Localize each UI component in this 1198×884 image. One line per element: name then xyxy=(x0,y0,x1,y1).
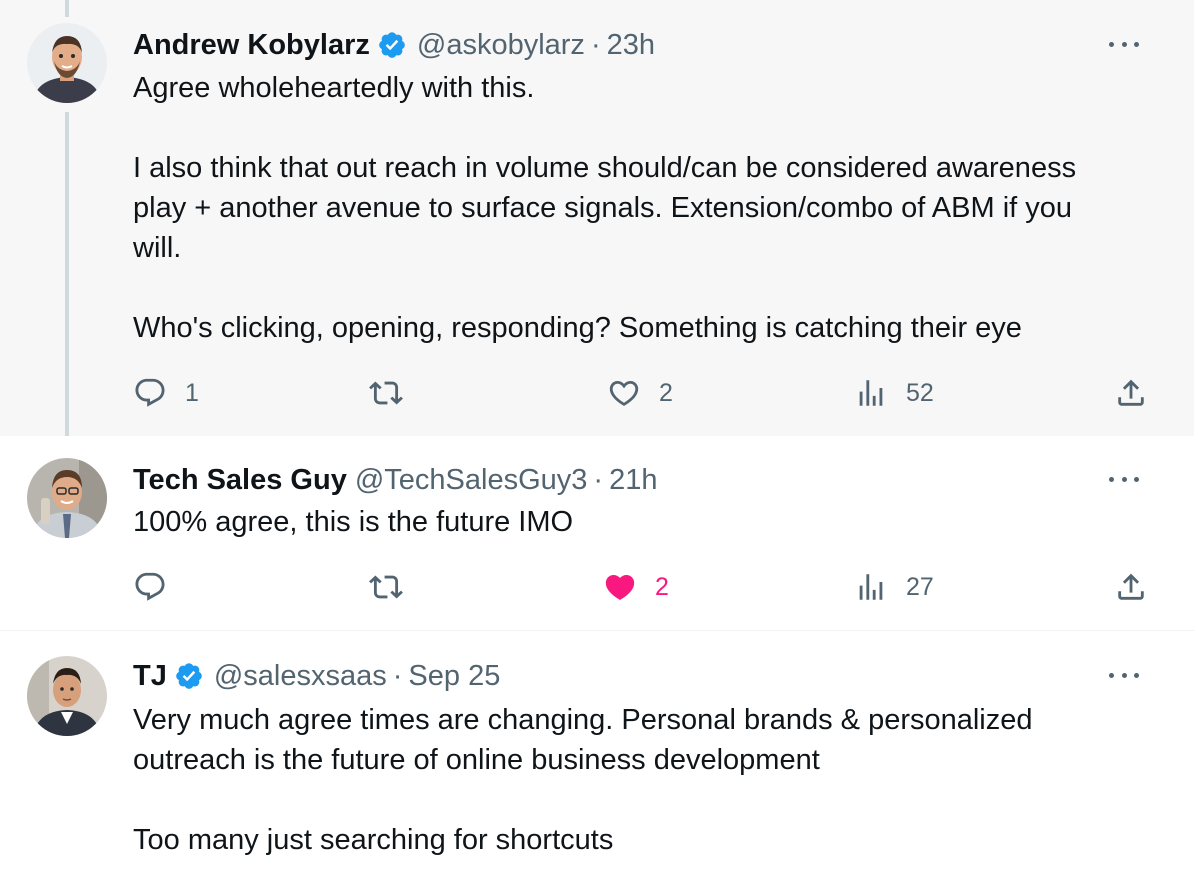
thread-line-top xyxy=(65,0,69,17)
timestamp[interactable]: 23h xyxy=(607,29,655,62)
tweet-text-line: will. xyxy=(133,232,182,264)
avatar[interactable] xyxy=(27,656,107,736)
author-name[interactable]: Andrew Kobylarz xyxy=(133,29,370,62)
tweet-tj[interactable]: TJ @salesxsaas · Sep 25 Very much agree … xyxy=(0,632,1194,884)
share-icon xyxy=(1118,379,1144,406)
views-button[interactable]: 27 xyxy=(854,565,934,609)
views-count: 27 xyxy=(906,572,934,601)
timestamp[interactable]: 21h xyxy=(609,464,657,497)
avatar[interactable] xyxy=(27,458,107,538)
avatar-image xyxy=(27,458,107,538)
heart-icon xyxy=(609,380,639,406)
tweet-actions: 2 27 xyxy=(133,565,1153,609)
tweet-text-line: play + another avenue to surface signals… xyxy=(133,192,1073,224)
more-icon[interactable] xyxy=(1109,665,1139,685)
heart-filled-icon xyxy=(605,574,635,600)
like-count: 2 xyxy=(659,378,673,407)
author-handle[interactable]: @TechSalesGuy3 xyxy=(355,464,588,497)
verified-badge-icon xyxy=(377,30,407,60)
separator-dot: · xyxy=(593,463,604,496)
avatar[interactable] xyxy=(27,23,107,103)
reply-count: 1 xyxy=(185,378,199,407)
tweet-text-line: I also think that out reach in volume sh… xyxy=(133,152,1077,184)
share-button[interactable] xyxy=(1114,565,1148,609)
tweet-text: 100% agree, this is the future IMO xyxy=(133,502,1153,542)
timestamp[interactable]: Sep 25 xyxy=(408,660,500,693)
views-icon xyxy=(859,380,883,406)
like-button[interactable]: 2 xyxy=(603,565,669,609)
tweet-andrew-kobylarz[interactable]: Andrew Kobylarz @askobylarz · 23h Agree … xyxy=(0,0,1194,448)
tweet-text-line: Agree wholeheartedly with this. xyxy=(133,72,535,104)
reply-button[interactable]: 1 xyxy=(133,371,199,415)
tweet-text-line: outreach is the future of online busines… xyxy=(133,744,820,776)
tweet-header: TJ @salesxsaas · Sep 25 xyxy=(133,658,500,694)
reply-button[interactable] xyxy=(133,565,167,609)
like-count: 2 xyxy=(655,572,669,601)
author-handle[interactable]: @askobylarz xyxy=(417,29,585,62)
more-icon[interactable] xyxy=(1109,34,1139,54)
views-icon xyxy=(859,574,883,600)
tweet-header: Andrew Kobylarz @askobylarz · 23h xyxy=(133,27,655,63)
tweet-text-line: Too many just searching for shortcuts xyxy=(133,824,614,856)
views-button[interactable]: 52 xyxy=(854,371,934,415)
tweet-text-line: Very much agree times are changing. Pers… xyxy=(133,704,1033,736)
views-count: 52 xyxy=(906,378,934,407)
right-edge xyxy=(1194,0,1198,884)
author-name[interactable]: TJ xyxy=(133,660,167,693)
more-icon[interactable] xyxy=(1109,469,1139,489)
reply-icon xyxy=(135,378,165,407)
verified-badge-icon xyxy=(174,661,204,691)
share-icon xyxy=(1118,573,1144,600)
tweet-tech-sales-guy[interactable]: Tech Sales Guy @TechSalesGuy3 · 21h 100%… xyxy=(0,436,1194,631)
reply-thread: Andrew Kobylarz @askobylarz · 23h Agree … xyxy=(0,0,1198,884)
thread-line xyxy=(65,112,69,448)
tweet-text: Very much agree times are changing. Pers… xyxy=(133,700,1153,860)
tweet-actions: 1 2 52 xyxy=(133,371,1153,415)
retweet-button[interactable] xyxy=(369,371,403,415)
tweet-text-line: 100% agree, this is the future IMO xyxy=(133,506,574,538)
reply-icon xyxy=(135,572,165,601)
tweet-header: Tech Sales Guy @TechSalesGuy3 · 21h xyxy=(133,462,657,498)
avatar-image xyxy=(27,656,107,736)
like-button[interactable]: 2 xyxy=(607,371,673,415)
retweet-icon xyxy=(369,575,403,599)
avatar-image xyxy=(27,23,107,103)
share-button[interactable] xyxy=(1114,371,1148,415)
retweet-button[interactable] xyxy=(369,565,403,609)
retweet-icon xyxy=(369,381,403,405)
separator-dot: · xyxy=(590,28,601,61)
tweet-text-line: Who's clicking, opening, responding? Som… xyxy=(133,312,1022,344)
author-handle[interactable]: @salesxsaas xyxy=(214,660,387,693)
separator-dot: · xyxy=(392,659,403,692)
tweet-text: Agree wholeheartedly with this. I also t… xyxy=(133,68,1153,348)
author-name[interactable]: Tech Sales Guy xyxy=(133,464,347,497)
